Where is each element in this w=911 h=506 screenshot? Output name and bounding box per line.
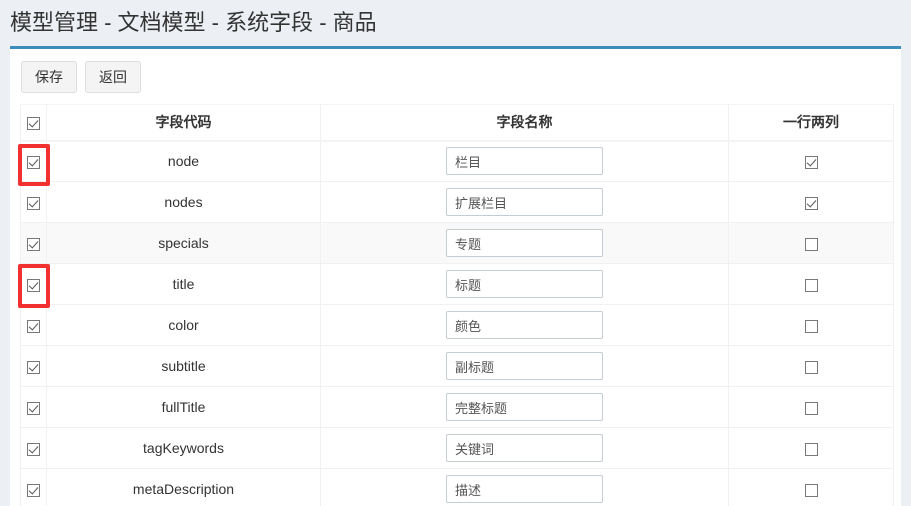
field-name-cell	[320, 181, 729, 224]
two-columns-cell[interactable]	[728, 222, 894, 265]
table-row: tagKeywords	[20, 427, 894, 470]
field-name-input[interactable]	[446, 352, 603, 381]
two-columns-checkbox[interactable]	[804, 237, 818, 251]
row-select-cell[interactable]	[20, 427, 47, 470]
two-columns-checkbox[interactable]	[804, 319, 818, 333]
two-columns-cell[interactable]	[728, 386, 894, 429]
field-name-input[interactable]	[446, 147, 603, 176]
field-code-cell: metaDescription	[46, 468, 321, 506]
table-row: fullTitle	[20, 386, 894, 429]
field-name-cell	[320, 222, 729, 265]
row-select-checkbox[interactable]	[27, 237, 40, 251]
row-select-checkbox[interactable]	[27, 360, 40, 374]
row-select-cell[interactable]	[20, 263, 47, 306]
select-all-header-cell[interactable]	[20, 104, 47, 142]
two-columns-cell[interactable]	[728, 427, 894, 470]
column-header-code: 字段代码	[46, 104, 321, 142]
row-select-checkbox[interactable]	[27, 401, 40, 415]
field-name-input[interactable]	[446, 393, 603, 422]
field-code-cell: specials	[46, 222, 321, 265]
two-columns-checkbox[interactable]	[804, 483, 818, 497]
field-name-cell	[320, 468, 729, 506]
field-code-cell: title	[46, 263, 321, 306]
field-code-cell: tagKeywords	[46, 427, 321, 470]
table-row: metaDescription	[20, 468, 894, 506]
two-columns-checkbox[interactable]	[804, 360, 818, 374]
field-name-input[interactable]	[446, 311, 603, 340]
table-header: 字段代码 字段名称 一行两列	[20, 104, 894, 142]
two-columns-cell[interactable]	[728, 140, 894, 183]
field-name-cell	[320, 140, 729, 183]
row-select-cell[interactable]	[20, 468, 47, 506]
row-select-cell[interactable]	[20, 181, 47, 224]
row-select-cell[interactable]	[20, 304, 47, 347]
two-columns-cell[interactable]	[728, 345, 894, 388]
toolbar: 保存 返回	[10, 49, 901, 104]
content-panel: 保存 返回 字段代码 字段名称 一行两列 nodenod	[10, 46, 901, 506]
table-row: color	[20, 304, 894, 347]
back-button[interactable]: 返回	[85, 61, 141, 94]
two-columns-checkbox[interactable]	[804, 442, 818, 456]
field-name-input[interactable]	[446, 475, 603, 504]
table-row: subtitle	[20, 345, 894, 388]
table-row: nodes	[20, 181, 894, 224]
page-header: 模型管理 - 文档模型 - 系统字段 - 商品	[0, 0, 911, 46]
field-name-cell	[320, 263, 729, 306]
field-name-cell	[320, 304, 729, 347]
field-name-cell	[320, 345, 729, 388]
table-header-row: 字段代码 字段名称 一行两列	[20, 104, 894, 142]
column-header-name: 字段名称	[320, 104, 729, 142]
select-all-checkbox[interactable]	[27, 117, 40, 131]
field-code-cell: subtitle	[46, 345, 321, 388]
row-select-checkbox[interactable]	[27, 278, 40, 292]
field-code-cell: node	[46, 140, 321, 183]
two-columns-cell[interactable]	[728, 304, 894, 347]
row-select-cell[interactable]	[20, 345, 47, 388]
column-header-two-columns: 一行两列	[728, 104, 894, 142]
two-columns-checkbox[interactable]	[804, 278, 818, 292]
page-title: 模型管理 - 文档模型 - 系统字段 - 商品	[10, 10, 377, 35]
two-columns-cell[interactable]	[728, 263, 894, 306]
row-select-checkbox[interactable]	[27, 442, 40, 456]
two-columns-checkbox[interactable]	[804, 401, 818, 415]
two-columns-checkbox[interactable]	[804, 156, 818, 170]
two-columns-cell[interactable]	[728, 181, 894, 224]
row-select-cell[interactable]	[20, 140, 47, 183]
row-select-checkbox[interactable]	[27, 319, 40, 333]
field-name-cell	[320, 386, 729, 429]
field-name-input[interactable]	[446, 229, 603, 258]
table-row: node	[20, 140, 894, 183]
table-row: specials	[20, 222, 894, 265]
fields-table: 字段代码 字段名称 一行两列 nodenodesspecialstitlecol…	[20, 104, 894, 506]
row-select-checkbox[interactable]	[27, 156, 40, 170]
table-row: title	[20, 263, 894, 306]
field-name-cell	[320, 427, 729, 470]
row-select-cell[interactable]	[20, 222, 47, 265]
row-select-checkbox[interactable]	[27, 483, 40, 497]
field-name-input[interactable]	[446, 188, 603, 217]
field-code-cell: nodes	[46, 181, 321, 224]
row-select-checkbox[interactable]	[27, 196, 40, 210]
fields-table-container: 字段代码 字段名称 一行两列 nodenodesspecialstitlecol…	[10, 104, 901, 506]
field-code-cell: fullTitle	[46, 386, 321, 429]
field-name-input[interactable]	[446, 270, 603, 299]
table-body: nodenodesspecialstitlecolorsubtitlefullT…	[20, 140, 894, 506]
field-name-input[interactable]	[446, 434, 603, 463]
field-code-cell: color	[46, 304, 321, 347]
save-button[interactable]: 保存	[21, 61, 77, 94]
two-columns-cell[interactable]	[728, 468, 894, 506]
two-columns-checkbox[interactable]	[804, 196, 818, 210]
row-select-cell[interactable]	[20, 386, 47, 429]
